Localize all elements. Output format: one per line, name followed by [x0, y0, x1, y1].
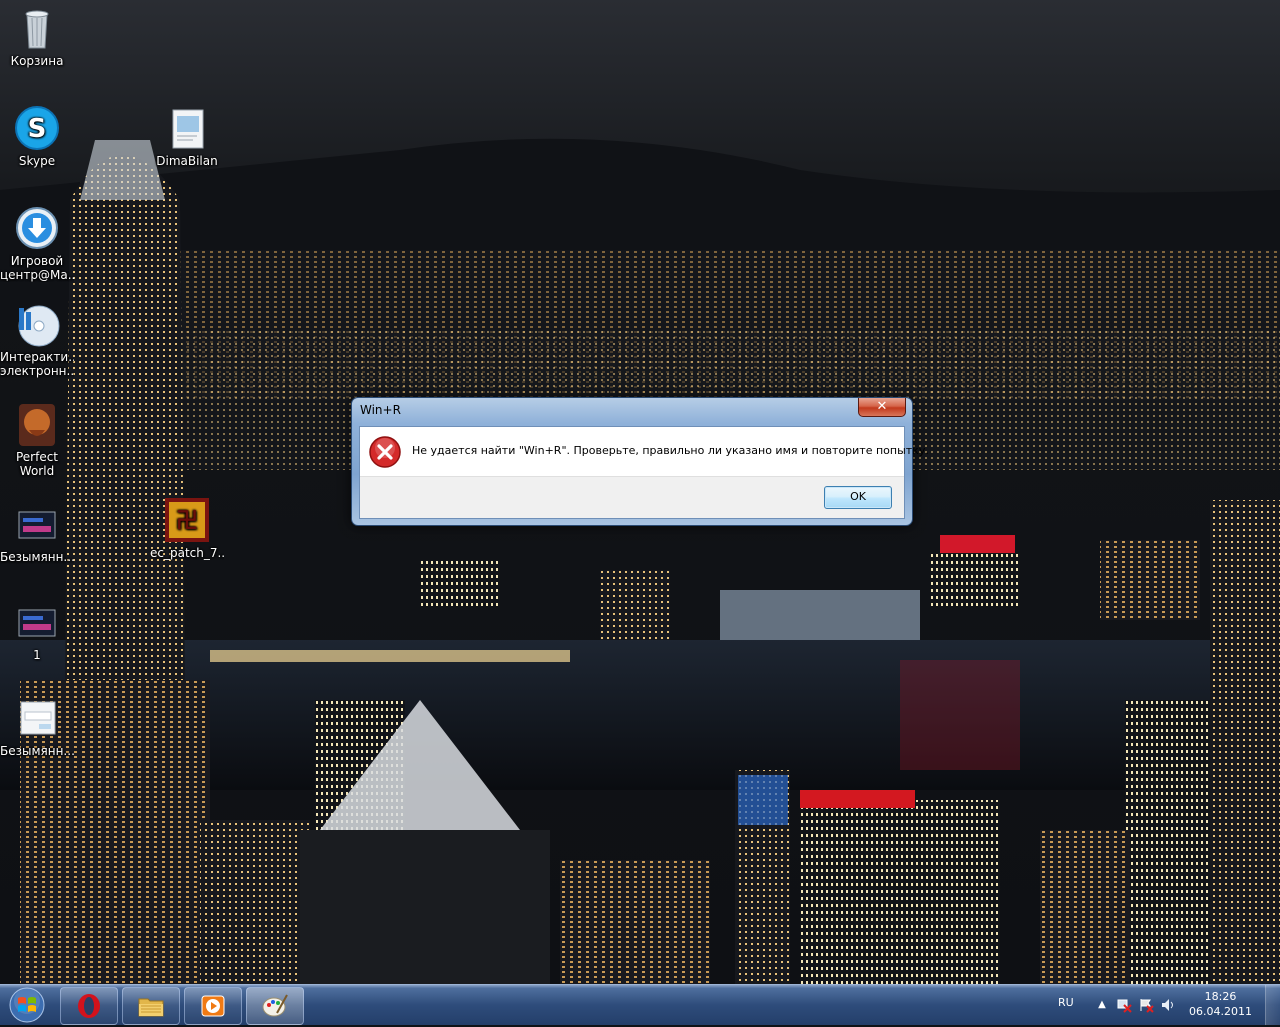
language-indicator[interactable]: RU [1058, 996, 1074, 1009]
opera-icon [75, 993, 103, 1019]
clock-time: 18:26 [1204, 990, 1237, 1003]
system-tray: RU ▲ 18:26 06.04.2011 [1050, 985, 1280, 1025]
desktop-icon-label: Интеракти... электронн... [0, 350, 74, 378]
desktop-icon-label: Perfect World [15, 450, 59, 478]
desktop-icon-interactive[interactable]: Интеракти... электронн... [0, 300, 74, 378]
desktop-icon-game-center[interactable]: Игровой центр@Ma... [0, 204, 74, 282]
document-icon [163, 104, 211, 152]
desktop-icon-label: 1 [33, 648, 41, 662]
error-dialog: Win+R ✕ Не удается найти "Win+R". Провер… [351, 397, 929, 526]
taskbar: RU ▲ 18:26 06.04.2011 [0, 984, 1280, 1025]
folder-icon [137, 993, 165, 1019]
desktop-icon-untitled-2[interactable]: Безымянн... [0, 694, 74, 758]
disc-icon [13, 300, 61, 348]
taskbar-media-player-button[interactable] [184, 987, 242, 1025]
desktop-icon-skype[interactable]: S Skype [0, 104, 74, 168]
dialog-title: Win+R [360, 403, 401, 417]
desktop-icon-untitled-1[interactable]: Безымянн... [0, 500, 74, 564]
desktop-icon-label: Skype [18, 154, 56, 168]
close-button[interactable]: ✕ [858, 398, 906, 417]
taskbar-opera-button[interactable] [60, 987, 118, 1025]
volume-icon[interactable] [1160, 997, 1176, 1013]
dialog-body: Не удается найти "Win+R". Проверьте, пра… [359, 426, 929, 519]
recycle-bin-icon [13, 4, 61, 52]
start-button[interactable] [4, 986, 50, 1024]
error-message: Не удается найти "Win+R". Проверьте, пра… [412, 444, 929, 457]
image-icon [13, 598, 61, 646]
svg-text:S: S [28, 114, 47, 144]
show-hidden-icons-icon[interactable]: ▲ [1094, 997, 1110, 1013]
desktop-icon-label: ec_patch_7... [150, 546, 224, 560]
desktop-icon-1[interactable]: 1 [0, 598, 74, 662]
desktop-icon-ec-patch[interactable]: 卍 ec_patch_7... [150, 496, 224, 560]
desktop-icon-recycle-bin[interactable]: Корзина [0, 4, 74, 68]
dialog-footer: OK [360, 476, 904, 518]
patch-icon: 卍 [163, 496, 211, 544]
clock-date: 06.04.2011 [1189, 1005, 1252, 1018]
taskbar-paint-button[interactable] [246, 987, 304, 1025]
skype-icon: S [13, 104, 61, 152]
taskbar-explorer-button[interactable] [122, 987, 180, 1025]
error-icon [369, 436, 401, 468]
svg-text:卍: 卍 [176, 508, 198, 534]
screenshot-icon [13, 694, 61, 742]
show-desktop-button[interactable] [1265, 985, 1280, 1025]
game-icon [13, 400, 61, 448]
clock[interactable]: 18:26 06.04.2011 [1189, 989, 1252, 1019]
desktop-icon-label: Безымянн... [0, 744, 74, 758]
windows-logo-icon [9, 987, 45, 1023]
ok-button[interactable]: OK [824, 486, 892, 509]
network-icon[interactable] [1116, 997, 1132, 1013]
desktop-icon-label: Безымянн... [0, 550, 74, 564]
paint-icon [261, 993, 289, 1019]
desktop-icon-label: Игровой центр@Ma... [0, 254, 74, 282]
action-center-icon[interactable] [1138, 997, 1154, 1013]
desktop-icon-perfect-world[interactable]: Perfect World [0, 400, 74, 478]
desktop-icon-label: DimaBilan [156, 154, 218, 168]
desktop-icon-label: Корзина [10, 54, 64, 68]
download-icon [13, 204, 61, 252]
image-icon [13, 500, 61, 548]
desktop-icon-dimabilan[interactable]: DimaBilan [150, 104, 224, 168]
media-player-icon [199, 993, 227, 1019]
